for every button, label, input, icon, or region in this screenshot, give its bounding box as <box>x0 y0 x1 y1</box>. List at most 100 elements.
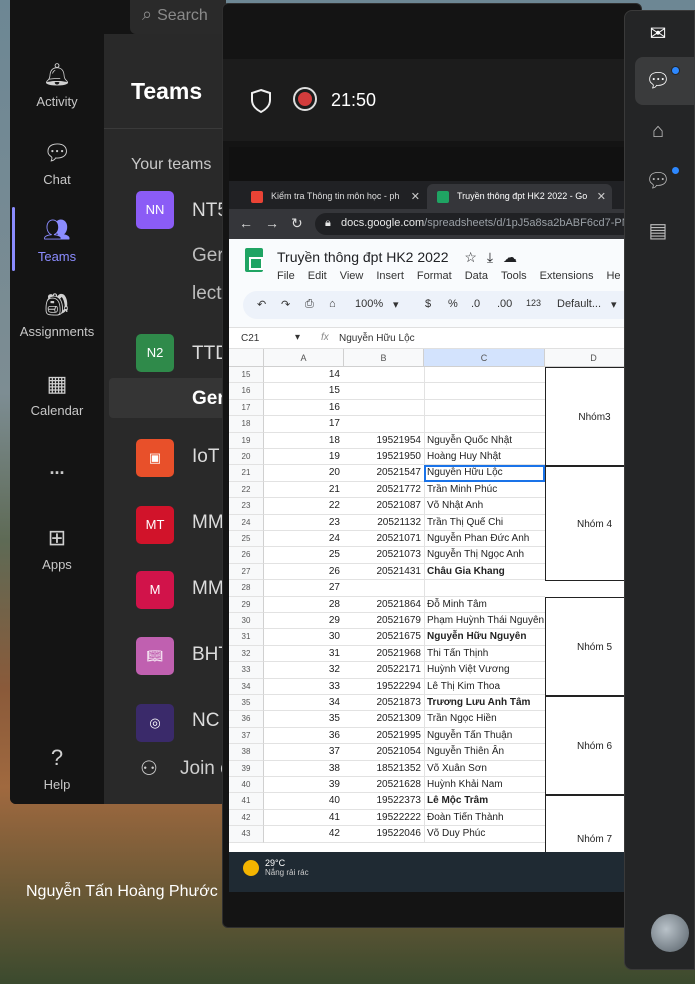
percent-icon[interactable]: % <box>448 298 458 310</box>
cell[interactable] <box>344 367 424 384</box>
avatar[interactable] <box>651 914 689 952</box>
cell[interactable]: 34 <box>264 695 344 712</box>
menu-format[interactable]: Format <box>417 270 452 282</box>
team-avatar[interactable]: NN <box>136 191 174 229</box>
cell[interactable]: 29 <box>264 613 344 630</box>
cell[interactable]: Hoàng Huy Nhật <box>424 449 545 466</box>
cell[interactable] <box>424 580 545 597</box>
messenger-logo-icon[interactable]: ✉ <box>645 21 671 47</box>
selected-cell[interactable] <box>424 465 545 482</box>
cell[interactable]: 15 <box>264 383 344 400</box>
cell[interactable]: Đoàn Tiến Thành <box>424 809 545 827</box>
cell[interactable]: 20521968 <box>344 646 424 663</box>
cell[interactable]: 20521431 <box>344 564 424 581</box>
cell[interactable]: 40 <box>264 793 344 810</box>
row-header[interactable]: 39 <box>229 760 264 777</box>
column-header[interactable]: C <box>424 349 545 367</box>
cell[interactable]: 19522294 <box>344 679 424 695</box>
cell[interactable]: 19522373 <box>344 793 424 810</box>
cell[interactable]: 32 <box>264 662 344 679</box>
team-avatar[interactable]: ◎ <box>136 704 174 742</box>
cell[interactable]: 41 <box>264 810 344 827</box>
cell[interactable]: Võ Nhật Anh <box>424 498 545 515</box>
cell[interactable]: Lê Thị Kim Thoa <box>424 678 545 695</box>
currency-icon[interactable]: $ <box>425 298 431 310</box>
cell[interactable]: 20522171 <box>344 662 424 679</box>
cell[interactable]: 20521675 <box>344 629 424 646</box>
cell[interactable]: 18521352 <box>344 761 424 777</box>
cell[interactable]: Đỗ Minh Tâm <box>424 596 545 613</box>
team-avatar[interactable]: M <box>136 571 174 609</box>
cell[interactable]: 36 <box>264 728 344 745</box>
cell[interactable]: 33 <box>264 679 344 695</box>
undo-icon[interactable]: ↶ <box>257 298 266 311</box>
menu-file[interactable]: File <box>277 270 295 282</box>
cell[interactable]: 24 <box>264 531 344 548</box>
row-header[interactable]: 23 <box>229 498 264 515</box>
cell[interactable]: 26 <box>264 564 344 581</box>
column-header[interactable]: B <box>344 349 424 367</box>
row-header[interactable]: 32 <box>229 645 264 663</box>
row-header[interactable]: 19 <box>229 432 264 449</box>
row-header[interactable]: 25 <box>229 531 264 548</box>
row-header[interactable]: 35 <box>229 695 264 712</box>
cell[interactable]: 18 <box>264 433 344 449</box>
cell[interactable]: 19522046 <box>344 826 424 843</box>
menu-tools[interactable]: Tools <box>501 270 527 282</box>
cell[interactable]: 17 <box>264 416 344 433</box>
cell[interactable]: Nguyễn Quốc Nhật <box>424 432 545 449</box>
team-name[interactable]: MM <box>192 578 224 600</box>
row-header[interactable]: 34 <box>229 678 264 695</box>
browser-tab-active[interactable]: Truyền thông đpt HK2 2022 - Go ✕ <box>427 184 612 211</box>
cell[interactable]: 39 <box>264 777 344 794</box>
cell[interactable]: 19521950 <box>344 449 424 466</box>
cell[interactable]: 30 <box>264 629 344 646</box>
number-format-icon[interactable]: 123 <box>526 298 541 308</box>
cell[interactable]: Võ Xuân Sơn <box>424 760 545 777</box>
team-name[interactable]: IoT <box>192 446 219 468</box>
team-name[interactable]: NC <box>192 710 219 732</box>
cell[interactable]: 31 <box>264 646 344 663</box>
row-header[interactable]: 17 <box>229 399 264 417</box>
cell[interactable]: 20 <box>264 465 344 482</box>
move-icon[interactable]: ⤓ <box>487 249 493 265</box>
chats-icon[interactable]: 💬︎ <box>645 68 671 94</box>
column-header[interactable]: A <box>264 349 344 367</box>
nav-teams[interactable]: 👥︎ Teams <box>10 215 104 264</box>
cell[interactable] <box>424 416 545 433</box>
browser-tab[interactable]: Kiểm tra Thông tin môn học - ph ✕ <box>241 184 426 211</box>
team-name[interactable]: BHT <box>192 644 226 666</box>
row-header[interactable]: 30 <box>229 613 264 630</box>
name-box[interactable]: C21 <box>241 333 259 344</box>
search-input[interactable]: ⌕ Search <box>130 0 226 34</box>
cell[interactable]: 14 <box>264 367 344 384</box>
row-header[interactable]: 33 <box>229 662 264 679</box>
cell[interactable]: 35 <box>264 711 344 728</box>
close-icon[interactable]: ✕ <box>597 190 606 203</box>
formula-input[interactable]: Nguyễn Hữu Lộc <box>339 333 415 344</box>
menu-extensions[interactable]: Extensions <box>540 270 594 282</box>
channel-name[interactable]: Ger <box>192 245 224 267</box>
channel-name[interactable]: lect <box>192 283 222 305</box>
cell[interactable]: Nguyễn Thị Ngọc Anh <box>424 547 545 564</box>
cell[interactable]: 28 <box>264 597 344 613</box>
row-header[interactable]: 43 <box>229 826 264 843</box>
nav-activity[interactable]: 🔔︎ Activity <box>10 60 104 109</box>
increase-decimal-icon[interactable]: .00 <box>497 298 512 310</box>
cell[interactable]: 20521309 <box>344 711 424 728</box>
cell[interactable]: Nguyễn Phan Đức Anh <box>424 531 545 548</box>
cell[interactable]: Lê Mộc Trâm <box>424 793 545 810</box>
cell[interactable]: 20521547 <box>344 465 424 482</box>
cell[interactable]: 22 <box>264 498 344 515</box>
forward-icon[interactable]: → <box>265 215 279 231</box>
team-avatar[interactable]: 📖︎ <box>136 637 174 675</box>
row-header[interactable]: 38 <box>229 744 264 761</box>
cell[interactable] <box>344 400 424 417</box>
cell[interactable]: Võ Duy Phúc <box>424 826 545 843</box>
menu-insert[interactable]: Insert <box>376 270 404 282</box>
cell[interactable]: 20521873 <box>344 695 424 712</box>
document-title[interactable]: Truyền thông đpt HK2 2022 ☆ ⤓ ☁ <box>277 249 517 266</box>
back-icon[interactable]: ← <box>239 215 253 231</box>
cell[interactable]: 27 <box>264 580 344 597</box>
row-header[interactable]: 15 <box>229 367 264 384</box>
